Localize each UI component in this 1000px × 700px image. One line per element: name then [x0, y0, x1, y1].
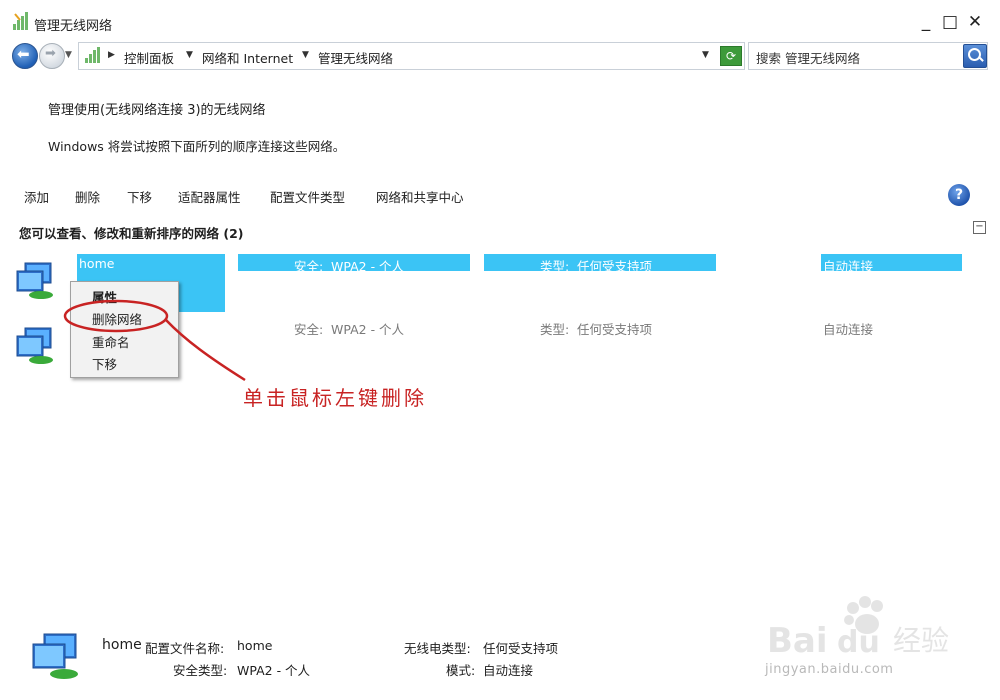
security-label: 安全: — [294, 259, 324, 274]
maximize-button[interactable]: □ — [938, 11, 962, 33]
wireless-network-computer-icon — [32, 633, 78, 679]
type-label: 类型: — [540, 322, 570, 337]
svg-text:Bai: Bai — [767, 621, 828, 661]
breadcrumb-control-panel[interactable]: 控制面板 — [124, 48, 174, 67]
refresh-icon[interactable]: ⟳ — [720, 46, 742, 66]
detail-network-name: home — [102, 637, 142, 653]
window-title: 管理无线网络 — [34, 19, 113, 34]
connection-mode: 自动连接 — [823, 322, 874, 337]
type-value: 任何受支持项 — [577, 322, 653, 337]
remove-button[interactable]: 删除 — [75, 187, 100, 206]
wireless-signal-icon — [85, 47, 100, 63]
security-label: 安全: — [294, 322, 324, 337]
collapse-icon[interactable]: − — [973, 221, 986, 234]
breadcrumb-separator-icon[interactable]: ▼ — [186, 50, 193, 60]
help-icon[interactable]: ? — [948, 184, 970, 206]
search-icon[interactable] — [963, 44, 987, 68]
adapter-properties-button[interactable]: 适配器属性 — [178, 187, 241, 206]
detail-mode-value: 自动连接 — [483, 663, 534, 678]
breadcrumb-network-internet[interactable]: 网络和 Internet — [202, 48, 293, 67]
detail-profile-name-label: 配置文件名称: — [145, 641, 225, 656]
back-arrow-icon[interactable] — [12, 43, 38, 69]
breadcrumb-separator-icon[interactable]: ▶ — [108, 50, 115, 60]
close-button[interactable]: ✕ — [963, 11, 987, 33]
wireless-network-computer-icon — [16, 262, 53, 299]
context-menu-delete-network[interactable]: 删除网络 — [92, 309, 142, 328]
network-sharing-center-button[interactable]: 网络和共享中心 — [376, 187, 464, 206]
page-description: Windows 将尝试按照下面所列的顺序连接这些网络。 — [48, 139, 346, 154]
group-title: 您可以查看、修改和重新排序的网络 (2) — [19, 226, 244, 241]
breadcrumb-separator-icon[interactable]: ▼ — [302, 50, 309, 60]
detail-profile-name-value: home — [237, 638, 273, 653]
context-menu-rename[interactable]: 重命名 — [92, 332, 130, 351]
address-bar: ▼ ▶ 控制面板 ▼ 网络和 Internet ▼ 管理无线网络 ▼ ⟳ 搜索 … — [0, 40, 1000, 72]
security-value: WPA2 - 个人 — [331, 259, 405, 274]
breadcrumb-manage-wireless[interactable]: 管理无线网络 — [318, 48, 393, 67]
watermark-url: jingyan.baidu.com — [765, 662, 894, 677]
title-bar — [0, 0, 1000, 44]
profile-types-button[interactable]: 配置文件类型 — [270, 187, 345, 206]
wireless-network-computer-icon — [16, 327, 53, 364]
detail-mode-label: 模式: — [446, 663, 476, 678]
type-value: 任何受支持项 — [577, 259, 653, 274]
address-dropdown-icon[interactable]: ▼ — [702, 50, 709, 60]
wireless-signal-icon — [13, 12, 28, 30]
annotation-text: 单击鼠标左键删除 — [243, 386, 427, 410]
detail-radio-type-label: 无线电类型: — [404, 641, 471, 656]
security-value: WPA2 - 个人 — [331, 322, 405, 337]
svg-text:du: du — [837, 625, 880, 660]
search-placeholder: 搜索 管理无线网络 — [756, 51, 860, 66]
history-dropdown-icon[interactable]: ▼ — [65, 50, 72, 60]
detail-security-type-value: WPA2 - 个人 — [237, 663, 311, 678]
address-field[interactable] — [78, 42, 745, 70]
network-name[interactable]: home — [79, 256, 114, 271]
svg-text:经验: 经验 — [893, 624, 949, 657]
context-menu-properties[interactable]: 属性 — [92, 287, 117, 306]
detail-security-type-label: 安全类型: — [173, 663, 228, 678]
minimize-button[interactable]: _ — [914, 11, 938, 33]
detail-radio-type-value: 任何受支持项 — [483, 641, 559, 656]
context-menu-move-down[interactable]: 下移 — [92, 354, 117, 373]
forward-arrow-icon[interactable] — [39, 43, 65, 69]
page-heading: 管理使用(无线网络连接 3)的无线网络 — [48, 103, 266, 118]
add-button[interactable]: 添加 — [24, 187, 49, 206]
type-label: 类型: — [540, 259, 570, 274]
move-down-button[interactable]: 下移 — [127, 187, 152, 206]
connection-mode: 自动连接 — [823, 259, 874, 274]
context-menu — [70, 281, 179, 378]
